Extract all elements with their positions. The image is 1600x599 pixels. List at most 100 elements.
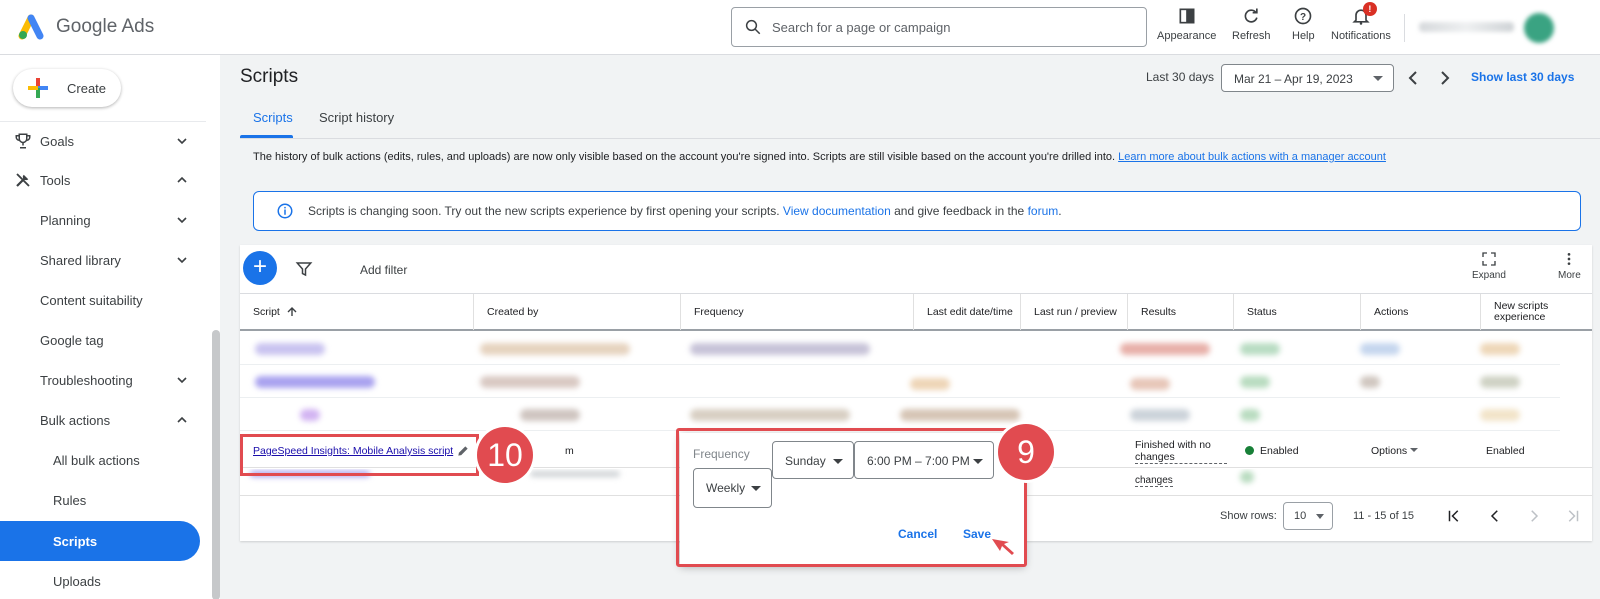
column-header-last-run[interactable]: Last run / preview: [1020, 294, 1127, 330]
add-script-button[interactable]: +: [243, 251, 277, 285]
search-input[interactable]: Search for a page or campaign: [731, 7, 1147, 47]
tab-script-history[interactable]: Script history: [319, 110, 394, 125]
forum-link[interactable]: forum: [1028, 204, 1059, 218]
history-note: The history of bulk actions (edits, rule…: [253, 151, 1386, 163]
column-header-last-edit[interactable]: Last edit date/time: [913, 294, 1020, 330]
redacted-blob: [255, 343, 325, 355]
tab-scripts[interactable]: Scripts: [253, 110, 293, 125]
script-name-highlight-box: [240, 434, 479, 476]
more-vert-icon: [1568, 253, 1571, 265]
rows-per-page-select[interactable]: 10: [1283, 502, 1333, 530]
banner-text-3: .: [1058, 204, 1062, 218]
sidebar-item-label: Google tag: [40, 332, 104, 348]
more-button[interactable]: More: [1558, 251, 1581, 281]
notifications-label: Notifications: [1331, 30, 1391, 42]
column-header-results[interactable]: Results: [1127, 294, 1233, 330]
column-label: Actions: [1374, 305, 1409, 318]
redacted-blob: [910, 378, 950, 390]
sidebar-scrollbar[interactable]: [212, 330, 220, 599]
refresh-icon: [1244, 8, 1258, 23]
tools-icon: [16, 173, 30, 187]
view-documentation-link[interactable]: View documentation: [783, 204, 891, 218]
sidebar-item-google-tag[interactable]: Google tag: [0, 320, 206, 360]
filter-icon[interactable]: [295, 260, 313, 278]
date-range-select[interactable]: Mar 21 – Apr 19, 2023: [1221, 64, 1394, 92]
banner-text: Scripts is changing soon. Try out the ne…: [308, 204, 1062, 218]
sidebar-item-label: All bulk actions: [53, 452, 140, 468]
redacted-blob: [690, 343, 870, 355]
first-page-icon[interactable]: [1445, 507, 1463, 525]
appearance-button[interactable]: Appearance: [1157, 6, 1216, 42]
expand-button[interactable]: Expand: [1472, 251, 1506, 281]
sidebar-item-label: Bulk actions: [40, 412, 111, 428]
sidebar-item-label: Troubleshooting: [40, 372, 133, 388]
sidebar-item-label: Tools: [40, 172, 71, 188]
sidebar-item-scripts[interactable]: Scripts: [0, 521, 200, 561]
help-icon: ?: [1294, 7, 1312, 25]
redacted-blob: [690, 409, 850, 421]
sidebar-item-uploads[interactable]: Uploads: [0, 561, 206, 599]
help-button[interactable]: ? Help: [1292, 6, 1315, 42]
chevron-left-icon[interactable]: [1401, 66, 1425, 90]
trophy-icon: [15, 133, 31, 149]
options-dropdown[interactable]: Options: [1371, 445, 1419, 457]
previous-page-icon[interactable]: [1486, 507, 1504, 525]
pointer-arrow-icon: [992, 539, 1014, 555]
redacted-blob: [1120, 343, 1210, 355]
chevron-down-icon: [177, 377, 187, 384]
show-last-30-days-link[interactable]: Show last 30 days: [1471, 70, 1574, 84]
sidebar-item-label: Rules: [53, 492, 87, 508]
sidebar-item-rules[interactable]: Rules: [0, 480, 206, 520]
column-header-created-by[interactable]: Created by: [473, 294, 680, 330]
expand-icon: [1482, 252, 1496, 266]
column-label: New scripts experience: [1494, 300, 1549, 323]
chevron-right-icon[interactable]: [1433, 66, 1457, 90]
column-label: Results: [1141, 305, 1177, 318]
redacted-blob: [1480, 409, 1520, 421]
next-page-icon[interactable]: [1525, 507, 1543, 525]
chevron-down-icon: [177, 138, 187, 145]
column-header-frequency[interactable]: Frequency: [680, 294, 913, 330]
learn-more-link[interactable]: Learn more about bulk actions with a man…: [1118, 151, 1386, 163]
popup-highlight-box: [676, 428, 1027, 567]
add-filter-button[interactable]: Add filter: [360, 263, 407, 277]
sidebar-item-goals[interactable]: Goals: [0, 121, 206, 161]
google-ads-logo-icon: [18, 14, 44, 40]
redacted-blob: [480, 376, 580, 388]
avatar[interactable]: [1524, 13, 1554, 43]
results-cell[interactable]: Finished with no changes: [1135, 439, 1227, 464]
sidebar-item-all-bulk-actions[interactable]: All bulk actions: [0, 440, 206, 480]
sidebar-item-content-suitability[interactable]: Content suitability: [0, 280, 206, 320]
refresh-button[interactable]: Refresh: [1232, 6, 1271, 42]
sidebar-item-troubleshooting[interactable]: Troubleshooting: [0, 360, 206, 400]
google-ads-logo[interactable]: Google Ads: [18, 14, 154, 40]
options-label: Options: [1371, 445, 1408, 457]
status-dot-icon: [1245, 446, 1254, 455]
sidebar-item-shared-library[interactable]: Shared library: [0, 240, 206, 280]
chevron-down-icon: [177, 257, 187, 264]
redacted-blob: [300, 409, 320, 421]
refresh-label: Refresh: [1232, 30, 1271, 42]
last-page-icon[interactable]: [1564, 507, 1582, 525]
column-header-actions[interactable]: Actions: [1360, 294, 1480, 330]
sidebar-item-bulk-actions[interactable]: Bulk actions: [0, 400, 206, 440]
sidebar-item-tools[interactable]: Tools: [0, 160, 206, 200]
column-header-status[interactable]: Status: [1233, 294, 1360, 330]
info-icon: [277, 203, 293, 219]
redacted-blob: [530, 471, 620, 477]
rows-per-page-value: 10: [1294, 510, 1307, 522]
column-header-script[interactable]: Script: [240, 294, 473, 330]
notifications-button[interactable]: ! Notifications: [1331, 2, 1391, 42]
table-row-redacted: [240, 333, 1560, 365]
history-note-text: The history of bulk actions (edits, rule…: [253, 151, 1116, 163]
account-switcher[interactable]: [1404, 13, 1554, 43]
date-range-value: Mar 21 – Apr 19, 2023: [1234, 72, 1353, 86]
appearance-icon: [1179, 8, 1195, 24]
column-header-new-scripts-experience[interactable]: New scripts experience: [1480, 294, 1592, 330]
create-button[interactable]: Create: [13, 69, 121, 107]
sidebar-item-label: Scripts: [53, 533, 98, 549]
sidebar-item-planning[interactable]: Planning: [0, 200, 206, 240]
redacted-blob: [1130, 409, 1190, 421]
redacted-blob: [1360, 376, 1380, 388]
sidebar-item-label: Shared library: [40, 252, 121, 268]
